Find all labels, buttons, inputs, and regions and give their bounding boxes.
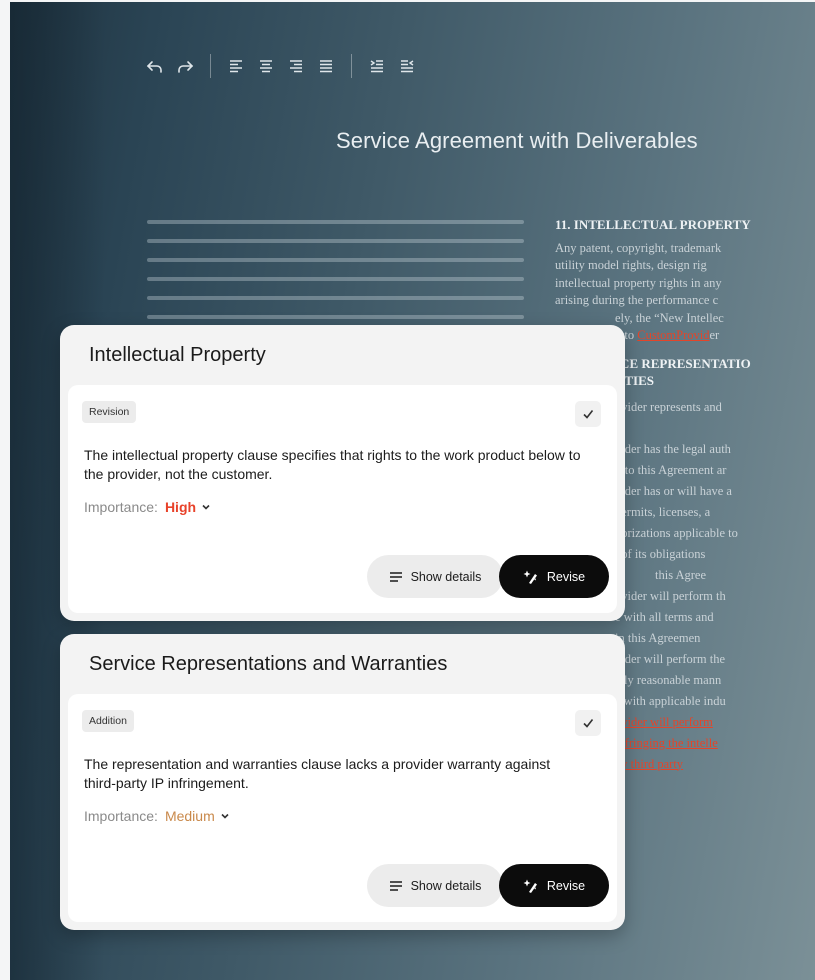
inserted-line: ny third party xyxy=(615,756,684,771)
chevron-down-icon xyxy=(220,811,230,821)
sparkle-edit-icon xyxy=(523,879,537,893)
placeholder-line xyxy=(147,315,524,319)
heading-line: ICE REPRESENTATIO xyxy=(615,355,751,371)
change-type-badge: Revision xyxy=(82,401,137,423)
doc-line: ovider will perform th xyxy=(615,588,726,603)
show-details-button[interactable]: Show details xyxy=(367,555,503,598)
deleted-text: Custom xyxy=(637,328,677,342)
inserted-line: ovider will perform xyxy=(615,714,713,729)
doc-line: arising during the performance c xyxy=(555,293,719,307)
card-body: Revision The intellectual property claus… xyxy=(68,385,617,613)
show-details-button[interactable]: Show details xyxy=(367,864,503,907)
formatting-toolbar xyxy=(144,52,418,80)
placeholder-line xyxy=(147,220,524,224)
doc-line: ovider represents and xyxy=(615,399,722,414)
importance-label: Importance: xyxy=(84,808,158,824)
button-label: Revise xyxy=(546,569,586,584)
inserted-text: Provid xyxy=(676,328,710,342)
lines-icon xyxy=(389,880,402,891)
check-icon xyxy=(583,719,594,728)
inserted-line: infringing the intelle xyxy=(615,735,718,750)
toolbar-divider xyxy=(210,54,211,78)
document-title: Service Agreement with Deliverables xyxy=(336,128,698,153)
importance-selector[interactable]: Importance: Medium xyxy=(84,808,230,824)
sparkle-edit-icon xyxy=(523,570,537,584)
align-justify-icon[interactable] xyxy=(315,55,337,77)
doc-line: e with applicable indu xyxy=(615,693,726,708)
doc-line: into this Agreement ar xyxy=(615,462,727,477)
chevron-down-icon xyxy=(201,502,211,512)
change-type-badge: Addition xyxy=(82,710,134,732)
section-heading: 11. INTELLECTUAL PROPERTY xyxy=(555,217,751,232)
doc-line: vider will perform the xyxy=(615,651,726,666)
align-center-icon[interactable] xyxy=(255,55,277,77)
redo-icon[interactable] xyxy=(174,55,196,77)
doc-line: utility model rights, design rig xyxy=(555,258,707,272)
doc-line: in this Agreemen xyxy=(615,630,701,645)
issue-card-intellectual-property: Intellectual Property Revision The intel… xyxy=(60,325,625,621)
undo-icon[interactable] xyxy=(144,55,166,77)
doc-line xyxy=(615,418,815,439)
doc-line: Any patent, copyright, trademark xyxy=(555,240,722,255)
card-body: Addition The representation and warranti… xyxy=(68,694,617,922)
doc-line: permits, licenses, a xyxy=(615,504,711,519)
outdent-icon[interactable] xyxy=(396,55,418,77)
placeholder-line xyxy=(147,239,524,243)
placeholder-line xyxy=(147,277,524,281)
card-title: Service Representations and Warranties xyxy=(89,652,448,675)
issue-card-service-representations: Service Representations and Warranties A… xyxy=(60,634,625,930)
doc-line: horizations applicable to xyxy=(615,525,738,540)
issue-description: The intellectual property clause specifi… xyxy=(84,447,581,482)
revise-button[interactable]: Revise xyxy=(499,555,609,598)
doc-line: vider has or will have a xyxy=(615,483,732,498)
button-label: Revise xyxy=(546,878,586,893)
importance-selector[interactable]: Importance: High xyxy=(84,499,211,515)
importance-label: Importance: xyxy=(84,499,158,515)
importance-value: Medium xyxy=(164,808,215,824)
revise-button[interactable]: Revise xyxy=(499,864,609,907)
doc-line: this Agree xyxy=(655,567,707,582)
importance-value: High xyxy=(164,499,197,515)
card-title: Intellectual Property xyxy=(89,343,266,366)
accept-check-button[interactable] xyxy=(575,401,601,427)
doc-text-span: er xyxy=(709,328,720,342)
placeholder-line xyxy=(147,258,524,262)
toolbar-divider xyxy=(351,54,352,78)
doc-line: e with all terms and xyxy=(615,609,714,624)
check-icon xyxy=(583,410,594,419)
align-right-icon[interactable] xyxy=(285,55,307,77)
accept-check-button[interactable] xyxy=(575,710,601,736)
placeholder-line xyxy=(147,296,524,300)
button-label: Show details xyxy=(410,878,482,893)
heading-line: NTIES xyxy=(615,372,655,388)
doc-line: ally reasonable mann xyxy=(615,672,722,687)
button-label: Show details xyxy=(410,569,482,584)
doc-line: intellectual property rights in any xyxy=(555,275,722,290)
indent-icon[interactable] xyxy=(366,55,388,77)
align-left-icon[interactable] xyxy=(225,55,247,77)
lines-icon xyxy=(389,571,402,582)
doc-line: vider has the legal auth xyxy=(615,441,731,456)
issue-description: The representation and warranties clause… xyxy=(84,756,551,791)
